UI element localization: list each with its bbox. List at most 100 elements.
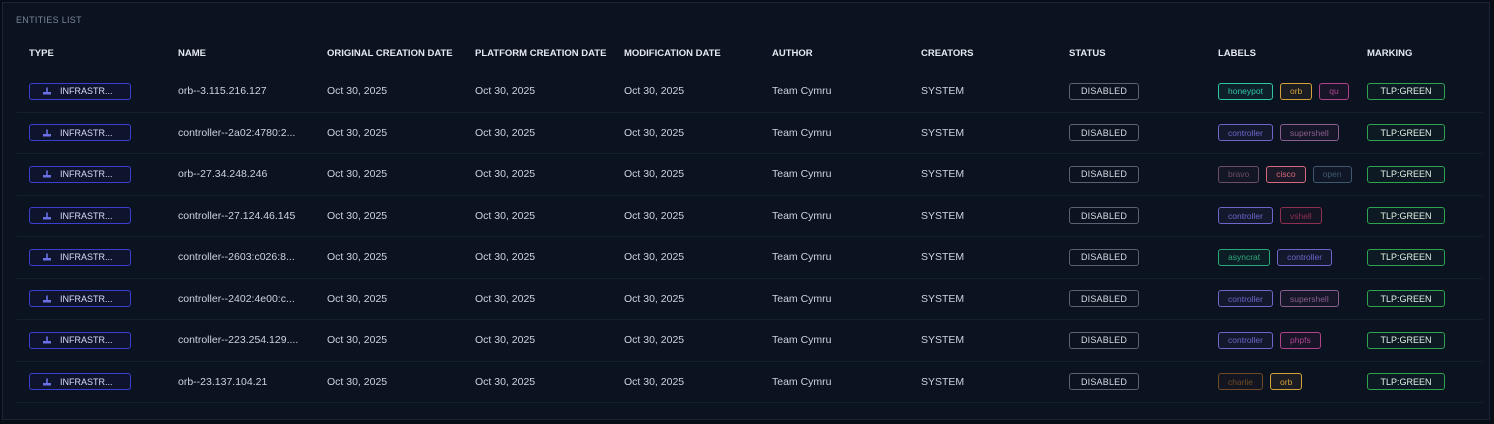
type-text: INFRASTR...: [60, 252, 113, 263]
author-cell: Team Cymru: [772, 334, 832, 347]
infrastructure-icon: [42, 86, 52, 96]
creators-cell: SYSTEM: [921, 126, 965, 139]
type-cell: INFRASTR...: [29, 113, 169, 154]
name-cell[interactable]: orb--27.34.248.246: [178, 154, 323, 195]
column-header-original-creation-date[interactable]: ORIGINAL CREATION DATE: [327, 35, 475, 71]
type-text: INFRASTR...: [60, 86, 113, 97]
type-cell: INFRASTR...: [29, 196, 169, 237]
name-cell[interactable]: controller--2603:c026:8...: [178, 237, 323, 278]
column-header-labels[interactable]: LABELS: [1218, 35, 1361, 71]
modification-date-cell: Oct 30, 2025: [624, 334, 685, 347]
author-cell: Team Cymru: [772, 85, 832, 98]
modification-date-cell: Oct 30, 2025: [624, 292, 685, 305]
modification-date-cell: Oct 30, 2025: [624, 85, 685, 98]
labels-cell: honeypot orb qu: [1218, 71, 1361, 112]
modification-date-cell: Oct 30, 2025: [624, 126, 685, 139]
type-text: INFRASTR...: [60, 293, 113, 304]
column-header-creators[interactable]: CREATORS: [921, 35, 1069, 71]
table-row[interactable]: INFRASTR... orb--3.115.216.127 Oct 30, 2…: [17, 71, 1483, 113]
status-cell: DISABLED: [1069, 71, 1217, 112]
labels-list: controller supershell: [1218, 124, 1360, 142]
column-header-name[interactable]: NAME: [178, 35, 323, 71]
table-row[interactable]: INFRASTR... controller--2603:c026:8... O…: [17, 237, 1483, 279]
status-badge: DISABLED: [1069, 248, 1139, 266]
table-row[interactable]: INFRASTR... controller--27.124.46.145 Oc…: [17, 196, 1483, 237]
column-header-modification-date[interactable]: MODIFICATION DATE: [624, 35, 772, 71]
marking-cell: TLP:GREEN: [1367, 196, 1477, 237]
original-creation-date-cell: Oct 30, 2025: [327, 126, 388, 139]
modification-date-cell: Oct 30, 2025: [624, 375, 685, 388]
labels-list: bravo cisco open: [1218, 165, 1360, 183]
marking-badge: TLP:GREEN: [1367, 290, 1445, 308]
column-header-marking[interactable]: MARKING: [1367, 35, 1477, 71]
column-header-status[interactable]: STATUS: [1069, 35, 1217, 71]
type-cell: INFRASTR...: [29, 362, 169, 403]
column-header-author[interactable]: AUTHOR: [772, 35, 920, 71]
platform-creation-date-cell: Oct 30, 2025: [475, 375, 536, 388]
infrastructure-icon: [42, 252, 52, 262]
labels-cell: controller supershell: [1218, 113, 1361, 154]
creators-cell: SYSTEM: [921, 334, 965, 347]
platform-creation-date-cell: Oct 30, 2025: [475, 251, 536, 264]
labels-list: controller vshell: [1218, 207, 1360, 225]
marking-badge: TLP:GREEN: [1367, 207, 1445, 225]
type-chip: INFRASTR...: [29, 165, 131, 183]
marking-cell: TLP:GREEN: [1367, 279, 1477, 320]
label-chip: supershell: [1279, 290, 1339, 308]
labels-list: asyncrat controller: [1218, 248, 1360, 266]
label-chip: honeypot: [1218, 82, 1273, 100]
type-text: INFRASTR...: [60, 127, 113, 138]
label-chip: controller: [1277, 248, 1333, 266]
original-creation-date-cell: Oct 30, 2025: [327, 209, 388, 222]
name-cell[interactable]: controller--27.124.46.145: [178, 196, 323, 237]
infrastructure-icon: [42, 169, 52, 179]
table-row[interactable]: INFRASTR... controller--2402:4e00:c... O…: [17, 279, 1483, 320]
table-body: INFRASTR... orb--3.115.216.127 Oct 30, 2…: [17, 71, 1483, 403]
creators-cell: SYSTEM: [921, 85, 965, 98]
name-cell[interactable]: orb--3.115.216.127: [178, 71, 323, 112]
status-badge: DISABLED: [1069, 124, 1139, 142]
type-cell: INFRASTR...: [29, 154, 169, 195]
status-cell: DISABLED: [1069, 113, 1217, 154]
label-chip: controller: [1218, 290, 1273, 308]
labels-cell: charlie orb: [1218, 362, 1361, 403]
type-chip: INFRASTR...: [29, 82, 131, 100]
labels-cell: controller phpfs: [1218, 320, 1361, 361]
original-creation-date-cell: Oct 30, 2025: [327, 85, 388, 98]
name-cell[interactable]: controller--223.254.129....: [178, 320, 323, 361]
label-chip: controller: [1218, 331, 1273, 349]
type-chip: INFRASTR...: [29, 207, 131, 225]
table-row[interactable]: INFRASTR... orb--27.34.248.246 Oct 30, 2…: [17, 154, 1483, 196]
column-header-type[interactable]: TYPE: [29, 35, 169, 71]
marking-cell: TLP:GREEN: [1367, 113, 1477, 154]
name-cell[interactable]: orb--23.137.104.21: [178, 362, 323, 403]
platform-creation-date-cell: Oct 30, 2025: [475, 209, 536, 222]
labels-cell: controller supershell: [1218, 279, 1361, 320]
type-chip: INFRASTR...: [29, 248, 131, 266]
creators-cell: SYSTEM: [921, 209, 965, 222]
type-text: INFRASTR...: [60, 210, 113, 221]
status-badge: DISABLED: [1069, 373, 1139, 391]
column-header-platform-creation-date[interactable]: PLATFORM CREATION DATE: [475, 35, 623, 71]
entities-table: TYPE NAME ORIGINAL CREATION DATE PLATFOR…: [17, 35, 1483, 403]
status-badge: DISABLED: [1069, 331, 1139, 349]
marking-cell: TLP:GREEN: [1367, 154, 1477, 195]
name-cell[interactable]: controller--2a02:4780:2...: [178, 113, 323, 154]
table-row[interactable]: INFRASTR... controller--2a02:4780:2... O…: [17, 113, 1483, 154]
platform-creation-date-cell: Oct 30, 2025: [475, 126, 536, 139]
table-header: TYPE NAME ORIGINAL CREATION DATE PLATFOR…: [17, 35, 1483, 71]
table-row[interactable]: INFRASTR... controller--223.254.129.... …: [17, 320, 1483, 362]
name-cell[interactable]: controller--2402:4e00:c...: [178, 279, 323, 320]
type-cell: INFRASTR...: [29, 237, 169, 278]
original-creation-date-cell: Oct 30, 2025: [327, 251, 388, 264]
infrastructure-icon: [42, 294, 52, 304]
modification-date-cell: Oct 30, 2025: [624, 251, 685, 264]
marking-badge: TLP:GREEN: [1367, 331, 1445, 349]
table-row[interactable]: INFRASTR... orb--23.137.104.21 Oct 30, 2…: [17, 362, 1483, 403]
labels-cell: bravo cisco open: [1218, 154, 1361, 195]
creators-cell: SYSTEM: [921, 251, 965, 264]
entities-list-panel: ENTITIES LIST TYPE NAME ORIGINAL CREATIO…: [2, 2, 1490, 420]
label-chip: bravo: [1218, 165, 1260, 183]
status-badge: DISABLED: [1069, 290, 1139, 308]
original-creation-date-cell: Oct 30, 2025: [327, 334, 388, 347]
